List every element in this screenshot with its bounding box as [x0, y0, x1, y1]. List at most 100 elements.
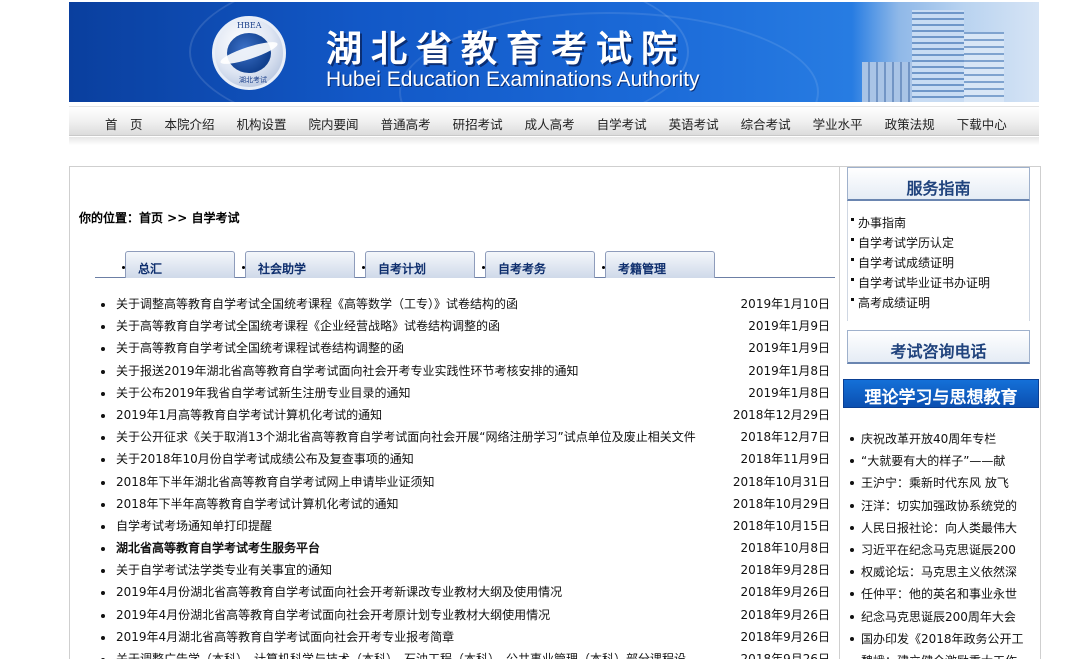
news-item[interactable]: 关于公开征求《关于取消13个湖北省高等教育自学考试面向社会开展“网络注册学习”试…: [100, 428, 832, 450]
news-item[interactable]: 关于高等教育自学考试全国统考课程试卷结构调整的函 2019年1月9日: [100, 339, 832, 361]
tab-bullet: [362, 266, 365, 269]
theory-study-heading[interactable]: 理论学习与思想教育: [843, 379, 1039, 408]
site-header: HBEA 湖北考试 湖北省教育考试院 Hubei Education Exami…: [69, 2, 1039, 102]
news-title-link[interactable]: 2019年1月高等教育自学考试计算机化考试的通知: [116, 408, 382, 422]
news-title-link[interactable]: 关于2018年10月份自学考试成绩公布及复查事项的通知: [116, 452, 414, 466]
theory-article-link[interactable]: 习近平在纪念马克思诞辰200: [847, 541, 1033, 563]
nav-item[interactable]: 院内要闻: [309, 114, 359, 133]
theory-study-list: 庆祝改革开放40周年专栏 “大就要有大的样子”——献王沪宁：乘新时代东风 放飞汪洋…: [847, 430, 1033, 659]
list-bullet: [850, 636, 854, 641]
nav-item[interactable]: 普通高考: [381, 114, 431, 133]
news-date: 2018年9月26日: [740, 652, 830, 659]
list-bullet: [101, 458, 105, 463]
tab-item[interactable]: 社会助学: [242, 251, 355, 278]
theory-article-label: 庆祝改革开放40周年专栏: [861, 432, 997, 446]
news-title-link[interactable]: 关于报送2019年湖北省高等教育自学考试面向社会开考专业实践性环节考核安排的通知: [116, 364, 579, 378]
list-bullet: [101, 303, 105, 307]
theory-article-label: 习近平在纪念马克思诞辰200: [861, 542, 1016, 557]
theory-article-label: 权威论坛：马克思主义依然深: [861, 565, 1018, 580]
news-item[interactable]: 2019年4月湖北省高等教育自学考试面向社会开考专业报考简章 2018年9月26日: [100, 628, 832, 650]
news-item[interactable]: 关于调整广告学（本科）、计算机科学与技术（本科）、石油工程（本科）、公共事业管理…: [100, 650, 832, 659]
list-bullet: [101, 635, 105, 640]
list-bullet: [101, 547, 105, 552]
news-item[interactable]: 关于2018年10月份自学考试成绩公布及复查事项的通知 2018年11月9日: [100, 450, 832, 472]
tab-label: 社会助学: [258, 262, 307, 276]
news-title-link[interactable]: 关于高等教育自学考试全国统考课程试卷结构调整的函: [116, 341, 404, 355]
news-title-link[interactable]: 2019年4月份湖北省高等教育自学考试面向社会开考新课改专业教材大纲及使用情况: [116, 585, 562, 599]
list-bullet: [101, 391, 105, 396]
tab-item[interactable]: 自考计划: [362, 251, 475, 278]
theory-article-link[interactable]: 汪洋：切实加强政协系统党的: [847, 497, 1033, 519]
news-item[interactable]: 自学考试考场通知单打印提醒 2018年10月15日: [100, 517, 832, 539]
nav-item[interactable]: 英语考试: [669, 114, 719, 133]
service-guide-link[interactable]: 自学考试学历认定: [851, 234, 990, 254]
news-date: 2018年10月29日: [732, 496, 830, 511]
theory-article-link[interactable]: 权威论坛：马克思主义依然深: [847, 563, 1033, 585]
news-title-link[interactable]: 2019年4月湖北省高等教育自学考试面向社会开考专业报考简章: [116, 630, 454, 644]
news-item[interactable]: 关于报送2019年湖北省高等教育自学考试面向社会开考专业实践性环节考核安排的通知…: [100, 362, 832, 384]
nav-item[interactable]: 下载中心: [957, 114, 1007, 133]
tab-item[interactable]: 总汇: [122, 251, 235, 278]
theory-article-label: 王沪宁：乘新时代东风 放飞: [861, 476, 1009, 491]
building-photo: [852, 2, 1039, 102]
news-title-link[interactable]: 关于公布2019年我省自学考试新生注册专业目录的通知: [116, 386, 411, 400]
news-title-link[interactable]: 关于调整高等教育自学考试全国统考课程《高等数学（工专）》试卷结构的函: [116, 297, 518, 311]
theory-article-link[interactable]: 纪念马克思诞辰200周年大会: [847, 608, 1033, 630]
news-item[interactable]: 关于调整高等教育自学考试全国统考课程《高等数学（工专）》试卷结构的函 2019年1…: [100, 295, 832, 317]
theory-article-link[interactable]: 国办印发《2018年政务公开工: [847, 630, 1033, 652]
news-date: 2018年9月28日: [740, 563, 830, 578]
service-guide-list: 办事指南 自学考试学历认定 自学考试成绩证明 自学考试毕业证书办证明 高考成绩证明: [851, 214, 990, 314]
nav-item[interactable]: 成人高考: [525, 114, 575, 133]
news-title-link[interactable]: 2018年下半年湖北省高等教育自学考试网上申请毕业证须知: [116, 475, 435, 489]
theory-article-link[interactable]: “大就要有大的样子”——献: [847, 452, 1033, 474]
tab-item[interactable]: 自考考务: [482, 251, 595, 278]
news-title-link[interactable]: 关于调整广告学（本科）、计算机科学与技术（本科）、石油工程（本科）、公共事业管理…: [116, 652, 686, 659]
service-guide-link[interactable]: 高考成绩证明: [851, 294, 990, 314]
nav-item[interactable]: 政策法规: [885, 114, 935, 133]
news-title-link[interactable]: 自学考试考场通知单打印提醒: [116, 519, 272, 533]
theory-article-link[interactable]: 人民日报社论：向人类最伟大: [847, 519, 1033, 541]
theory-article-label: 纪念马克思诞辰200周年大会: [861, 609, 1016, 624]
theory-article-link[interactable]: 庆祝改革开放40周年专栏: [847, 430, 1033, 452]
consult-phone-heading[interactable]: 考试咨询电话: [847, 330, 1030, 364]
theory-article-link[interactable]: 王沪宁：乘新时代东风 放飞: [847, 474, 1033, 496]
nav-item[interactable]: 综合考试: [741, 114, 791, 133]
news-item[interactable]: 关于高等教育自学考试全国统考课程《企业经营战略》试卷结构调整的函 2019年1月9…: [100, 317, 832, 339]
tab-bullet: [482, 266, 485, 269]
news-title-link[interactable]: 2018年下半年高等教育自学考试计算机化考试的通知: [116, 497, 399, 511]
news-title-link[interactable]: 湖北省高等教育自学考试考生服务平台: [116, 541, 320, 555]
tab-label: 考籍管理: [618, 262, 667, 276]
news-item[interactable]: 湖北省高等教育自学考试考生服务平台 2018年10月8日: [100, 539, 832, 561]
service-guide-link[interactable]: 办事指南: [851, 214, 990, 234]
news-title-link[interactable]: 2019年4月份湖北省高等教育自学考试面向社会开考原计划专业教材大纲使用情况: [116, 608, 550, 622]
news-title-link[interactable]: 关于高等教育自学考试全国统考课程《企业经营战略》试卷结构调整的函: [116, 319, 500, 333]
news-item[interactable]: 2019年4月份湖北省高等教育自学考试面向社会开考新课改专业教材大纲及使用情况 2…: [100, 583, 832, 605]
nav-item[interactable]: 本院介绍: [165, 114, 215, 133]
service-guide-link[interactable]: 自学考试成绩证明: [851, 254, 990, 274]
service-guide-link[interactable]: 自学考试毕业证书办证明: [851, 274, 990, 294]
nav-item[interactable]: 首 页: [105, 114, 143, 133]
news-item[interactable]: 关于公布2019年我省自学考试新生注册专业目录的通知 2019年1月8日: [100, 384, 832, 406]
site-title-english: Hubei Education Examinations Authority: [326, 68, 700, 91]
nav-item[interactable]: 自学考试: [597, 114, 647, 133]
nav-item[interactable]: 学业水平: [813, 114, 863, 133]
list-bullet: [101, 569, 105, 574]
nav-item[interactable]: 研招考试: [453, 114, 503, 133]
theory-article-link[interactable]: 魏峨：建立健全激励重大工作: [847, 652, 1033, 659]
list-bullet: [101, 436, 105, 441]
news-date: 2019年1月10日: [740, 297, 830, 311]
site-logo[interactable]: HBEA 湖北考试: [212, 16, 286, 90]
news-item[interactable]: 关于自学考试法学类专业有关事宜的通知 2018年9月28日: [100, 561, 832, 583]
news-date: 2018年9月26日: [740, 607, 830, 622]
tab-item[interactable]: 考籍管理: [602, 251, 715, 278]
news-title-link[interactable]: 关于自学考试法学类专业有关事宜的通知: [116, 563, 332, 577]
news-item[interactable]: 2018年下半年湖北省高等教育自学考试网上申请毕业证须知 2018年10月31日: [100, 473, 832, 495]
theory-article-link[interactable]: 任仲平：他的英名和事业永世: [847, 585, 1033, 607]
news-item[interactable]: 2018年下半年高等教育自学考试计算机化考试的通知 2018年10月29日: [100, 495, 832, 517]
list-bullet: [850, 503, 854, 508]
news-item[interactable]: 2019年4月份湖北省高等教育自学考试面向社会开考原计划专业教材大纲使用情况 20…: [100, 606, 832, 628]
news-title-link[interactable]: 关于公开征求《关于取消13个湖北省高等教育自学考试面向社会开展“网络注册学习”试…: [116, 430, 696, 444]
nav-item[interactable]: 机构设置: [237, 114, 287, 133]
news-item[interactable]: 2019年1月高等教育自学考试计算机化考试的通知 2018年12月29日: [100, 406, 832, 428]
logo-bottom-text: 湖北考试: [239, 76, 267, 84]
